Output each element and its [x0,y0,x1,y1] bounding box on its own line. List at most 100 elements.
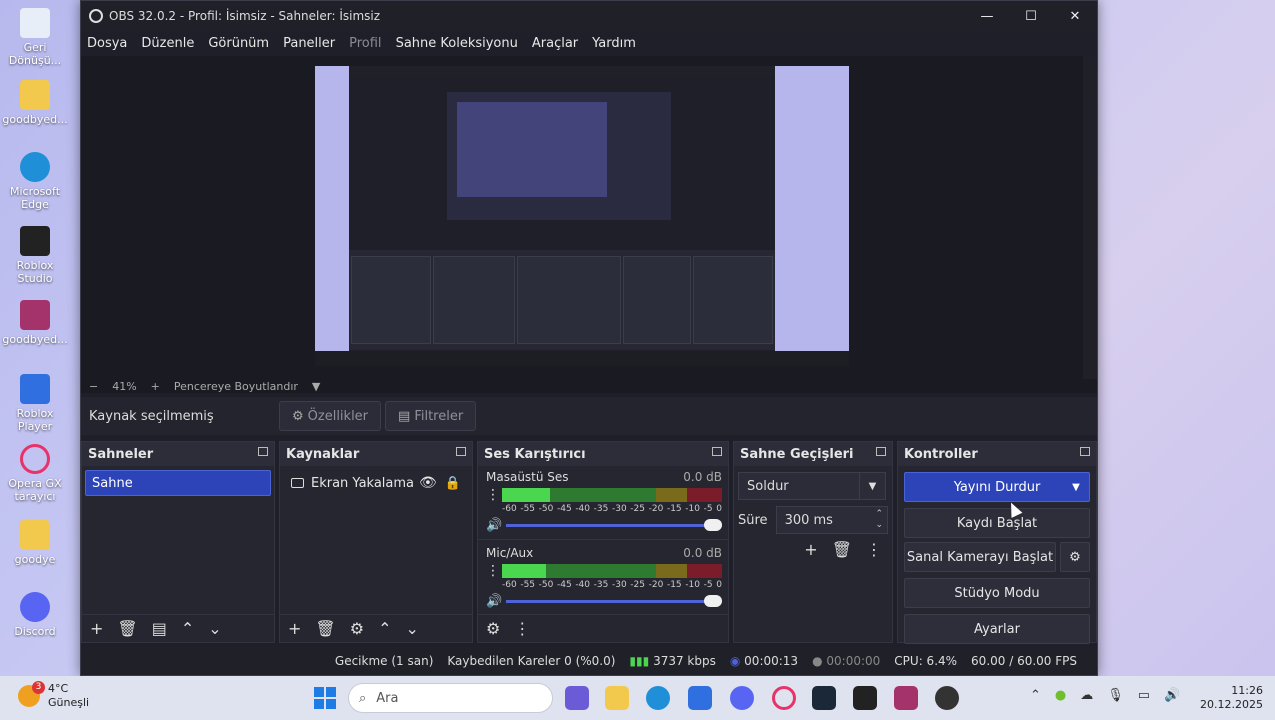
sources-title-label: Kaynaklar [286,446,360,462]
source-item-screen-capture[interactable]: Ekran Yakalama 👁 🔒 [283,470,469,496]
fit-to-window-label[interactable]: Pencereye Boyutlandır [174,380,298,393]
search-placeholder: Ara [376,690,399,706]
edge-icon[interactable] [646,686,670,710]
float-dock-icon[interactable] [1080,447,1090,456]
close-button[interactable]: ✕ [1053,1,1097,31]
volume-slider[interactable] [506,519,722,531]
start-button[interactable] [314,687,336,709]
opera-gx-icon[interactable] [772,686,796,710]
onedrive-icon[interactable]: ☁ [1080,688,1093,703]
desktop-icon-recycle-bin[interactable]: Geri Dönüşü... [0,8,70,67]
stop-streaming-button[interactable]: Yayını Durdur ▼ [904,472,1090,502]
winrar-icon[interactable] [894,686,918,710]
start-recording-button[interactable]: Kaydı Başlat [904,508,1090,538]
transitions-dock: Sahne Geçişleri Soldur ▼ Süre 300 ms ⌃ ⌄ … [733,441,893,643]
desktop-icon-roblox-studio[interactable]: Roblox Studio [0,226,70,285]
taskbar-search[interactable]: ⌕ Ara [348,683,553,713]
transition-menu-button[interactable]: ⋮ [866,540,882,559]
chevron-up-icon[interactable]: ⌃ [1030,688,1041,703]
volume-slider-knob[interactable] [704,519,722,531]
transition-select[interactable]: Soldur ▼ [738,472,886,500]
add-scene-button[interactable]: + [90,619,103,638]
studio-mode-button[interactable]: Stüdyo Modu [904,578,1090,608]
properties-button[interactable]: ⚙ Özellikler [279,401,382,431]
desktop-icon-discord[interactable]: Discord [0,592,70,638]
zoom-menu-arrow-icon[interactable]: ▼ [312,380,320,393]
filters-button[interactable]: ▤ Filtreler [385,401,477,431]
speaker-icon[interactable]: 🔊 [486,518,506,533]
channel-menu-icon[interactable]: ⋮ [486,563,502,579]
desktop-icon-edge[interactable]: Microsoft Edge [0,152,70,211]
float-dock-icon[interactable] [876,447,886,456]
zoom-in-button[interactable]: + [151,380,160,393]
weather-widget[interactable]: 3 4°C Güneşli [18,681,89,710]
menu-tools[interactable]: Araçlar [532,36,578,51]
add-source-button[interactable]: + [288,619,301,638]
lock-icon[interactable]: 🔒 [445,476,461,491]
float-dock-icon[interactable] [456,447,466,456]
move-down-button[interactable]: ⌄ [405,619,418,638]
steam-icon[interactable] [812,686,836,710]
visibility-eye-icon[interactable]: 👁 [419,475,437,491]
zoom-out-button[interactable]: − [89,380,98,393]
network-icon[interactable]: ▭ [1138,688,1150,703]
channel-menu-icon[interactable]: ⋮ [486,487,502,503]
desktop-icon-folder-2[interactable]: goodye [0,520,70,566]
move-up-button[interactable]: ⌃ [378,619,391,638]
desktop-icon-folder-1[interactable]: goodbyed... [0,80,70,126]
minimize-button[interactable]: — [965,1,1009,31]
float-dock-icon[interactable] [712,447,722,456]
remove-scene-button[interactable]: 🗑 [117,619,137,638]
scene-filters-button[interactable]: ▤ [152,619,167,638]
preview-area[interactable] [81,56,1097,379]
float-dock-icon[interactable] [258,447,268,456]
desktop-icon-winrar[interactable]: goodbyed... [0,300,70,346]
microphone-icon[interactable]: 🎙 [1107,688,1124,703]
volume-meter [502,564,722,578]
file-explorer-icon[interactable] [605,686,629,710]
menu-scene-collection[interactable]: Sahne Koleksiyonu [396,36,518,51]
desktop-icon-label: goodye [14,553,56,566]
clock[interactable]: 11:26 20.12.2025 [1200,684,1263,712]
menu-file[interactable]: Dosya [87,36,127,51]
add-transition-button[interactable]: + [804,540,817,559]
menu-help[interactable]: Yardım [592,36,636,51]
record-icon: ● [812,654,823,668]
spinner-icon[interactable]: ⌃ ⌄ [875,509,883,531]
menu-view[interactable]: Görünüm [208,36,269,51]
virtual-camera-settings-button[interactable]: ⚙ [1060,542,1090,572]
source-properties-button[interactable]: ⚙ [350,619,364,638]
obs-taskbar-icon[interactable] [935,686,959,710]
move-down-button[interactable]: ⌄ [208,619,221,638]
speaker-icon[interactable]: 🔊 [486,594,506,609]
menu-docks[interactable]: Paneller [283,36,335,51]
preview-nested-screen [447,92,671,220]
tr-app-icon[interactable] [853,686,877,710]
remove-transition-button[interactable]: 🗑 [832,540,852,559]
advanced-audio-button[interactable]: ⚙ [486,619,500,638]
tray-app-icon[interactable]: ● [1055,688,1066,703]
desktop-icon-opera-gx[interactable]: Opera GX tarayıcı [0,444,70,503]
settings-button[interactable]: Ayarlar [904,614,1090,644]
volume-slider[interactable] [506,595,722,607]
chevron-down-icon[interactable]: ▼ [1063,473,1089,501]
maximize-button[interactable]: ☐ [1009,1,1053,31]
duration-input[interactable]: 300 ms ⌃ ⌄ [775,506,888,534]
monitor-icon [291,478,304,488]
clock-time: 11:26 [1231,684,1263,697]
move-up-button[interactable]: ⌃ [181,619,194,638]
mixer-menu-button[interactable]: ⋮ [514,619,530,638]
store-icon[interactable] [688,686,712,710]
menu-edit[interactable]: Düzenle [141,36,194,51]
preview-canvas[interactable] [315,66,849,366]
discord-icon[interactable] [730,686,754,710]
volume-slider-knob[interactable] [704,595,722,607]
volume-icon[interactable]: 🔊 [1164,688,1180,703]
m365-icon[interactable] [565,686,589,710]
preview-scrollbar[interactable] [1083,56,1097,379]
start-virtual-camera-button[interactable]: Sanal Kamerayı Başlat [904,542,1056,572]
remove-source-button[interactable]: 🗑 [315,619,335,638]
menu-profile[interactable]: Profil [349,36,381,51]
scene-item-sahne[interactable]: Sahne [85,470,271,496]
desktop-icon-roblox-player[interactable]: Roblox Player [0,374,70,433]
